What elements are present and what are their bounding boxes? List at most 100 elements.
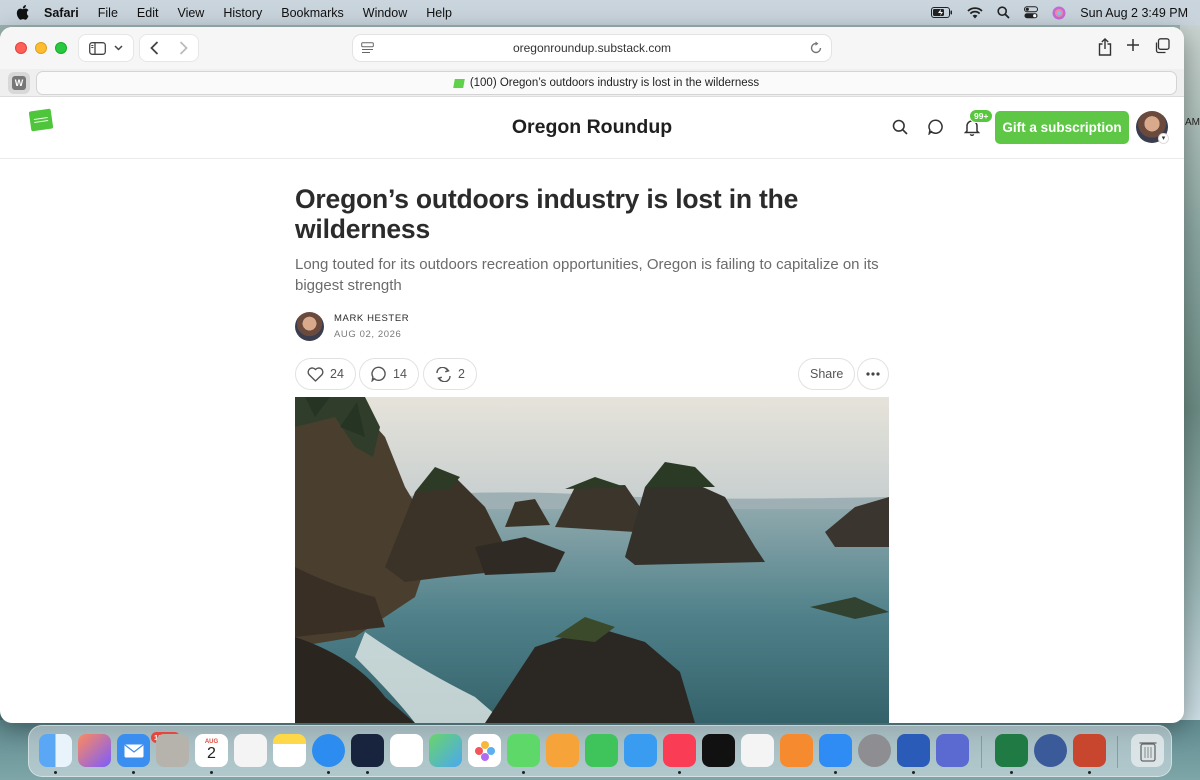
restack-button[interactable]: 2 [423,358,477,390]
gift-subscription-button[interactable]: Gift a subscription [995,111,1129,144]
reload-icon[interactable] [809,41,823,55]
safari-icon[interactable] [312,734,345,767]
tab-bar: W (100) Oregon’s outdoors industry is lo… [0,69,1184,97]
menu-bookmarks[interactable]: Bookmarks [281,6,344,20]
article: Oregon’s outdoors industry is lost in th… [295,184,889,390]
dock: 19,979 AUG 2 [28,725,1172,777]
music-icon[interactable] [663,734,696,767]
menu-file[interactable]: File [98,6,118,20]
mail-icon[interactable] [117,734,150,767]
post-actions: 24 14 2 Share [295,358,889,390]
browser-toolbar: oregonroundup.substack.com [0,27,1184,69]
menu-help[interactable]: Help [426,6,452,20]
forward-arrow-icon[interactable] [179,41,188,55]
running-indicator [132,771,135,774]
app-store-icon[interactable] [819,734,852,767]
article-hero-image [295,397,889,723]
running-indicator [1010,771,1013,774]
spotlight-search-icon[interactable] [997,6,1010,19]
pages-icon[interactable] [546,734,579,767]
post-date: AUG 02, 2026 [334,329,402,340]
window-controls [15,42,67,54]
finder-icon[interactable] [39,734,72,767]
disk-utility-icon[interactable] [1034,734,1067,767]
trash-icon[interactable] [1131,734,1164,767]
control-center-icon[interactable] [1024,6,1039,19]
close-window-button[interactable] [15,42,27,54]
menu-clock[interactable]: Sun Aug 2 3:49 PM [1080,6,1188,20]
byline: MARK HESTER AUG 02, 2026 [295,312,889,342]
calendar-icon[interactable]: AUG 2 [195,734,228,767]
more-options-button[interactable] [857,358,889,390]
menu-history[interactable]: History [223,6,262,20]
running-indicator [327,771,330,774]
freeform-icon[interactable] [351,734,384,767]
like-count: 24 [330,367,344,381]
zoom-window-button[interactable] [55,42,67,54]
article-title: Oregon’s outdoors industry is lost in th… [295,184,799,244]
menu-app-safari[interactable]: Safari [44,6,79,20]
running-indicator [522,771,525,774]
excel-icon[interactable] [995,734,1028,767]
numbers-icon[interactable] [585,734,618,767]
word-icon[interactable] [897,734,930,767]
site-header: Oregon Roundup 99+ Gift a subscription ▾ [0,97,1184,159]
sidebar-toggle-button[interactable] [78,34,134,62]
restack-count: 2 [458,367,465,381]
battery-icon[interactable] [931,7,953,18]
calendar-day: 2 [207,744,216,762]
author-name[interactable]: MARK HESTER [334,313,409,324]
chevron-down-icon [114,45,123,51]
author-avatar[interactable] [295,312,324,341]
apple-menu-icon[interactable] [16,5,30,20]
comment-button[interactable]: 14 [359,358,419,390]
dock-separator [1117,736,1118,768]
active-tab[interactable]: (100) Oregon’s outdoors industry is lost… [36,71,1177,95]
menu-window[interactable]: Window [363,6,407,20]
apple-tv-icon[interactable] [702,734,735,767]
dock-separator [981,736,982,768]
keynote-icon[interactable] [624,734,657,767]
share-icon[interactable] [1098,38,1112,56]
messages-icon[interactable] [507,734,540,767]
siri-icon[interactable] [1052,6,1066,20]
chat-bubble-icon[interactable] [928,119,944,135]
address-bar[interactable]: oregonroundup.substack.com [352,34,832,62]
like-button[interactable]: 24 [295,358,356,390]
restack-arrows-icon [436,366,451,382]
system-settings-icon[interactable] [858,734,891,767]
news-icon[interactable] [741,734,774,767]
dia-browser-icon[interactable] [78,734,111,767]
maps-icon[interactable] [429,734,462,767]
share-button[interactable]: Share [798,358,856,390]
account-menu-caret-icon[interactable]: ▾ [1158,133,1169,144]
launchpad-icon[interactable] [234,734,267,767]
tab-overview-icon[interactable] [1154,38,1170,54]
powerpoint-icon[interactable] [1073,734,1106,767]
article-subtitle: Long touted for its outdoors recreation … [295,256,879,294]
photos-icon[interactable] [468,734,501,767]
running-indicator [54,771,57,774]
notification-count-badge: 99+ [969,109,994,123]
books-icon[interactable] [780,734,813,767]
menu-view[interactable]: View [177,6,204,20]
back-arrow-icon[interactable] [150,41,159,55]
comment-icon [371,366,386,382]
substack-favicon-icon [453,78,465,88]
wifi-icon[interactable] [967,6,983,19]
contacts-icon[interactable] [156,734,189,767]
reminders-icon[interactable] [390,734,423,767]
heart-icon [307,366,324,382]
notes-icon[interactable] [273,734,306,767]
minimize-window-button[interactable] [35,42,47,54]
menu-edit[interactable]: Edit [137,6,159,20]
new-tab-icon[interactable] [1126,38,1140,52]
running-indicator [678,771,681,774]
desktop-widget-text: AM [1185,117,1200,128]
comment-count: 14 [393,367,407,381]
search-icon[interactable] [892,119,908,135]
pinned-tab[interactable]: W [8,72,30,94]
running-indicator [210,771,213,774]
iphone-mirroring-icon[interactable] [936,734,969,767]
page-menu-icon[interactable] [361,42,374,54]
